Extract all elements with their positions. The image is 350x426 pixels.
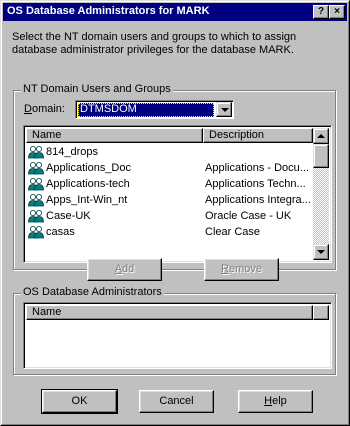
list-item-name: 814_drops [46, 146, 98, 158]
column-header-name[interactable]: Name [26, 128, 203, 143]
scroll-up-button[interactable] [313, 128, 329, 144]
list-item-name: Apps_Int-Win_nt [46, 194, 128, 206]
instructions-text: Select the NT domain users and groups to… [12, 31, 297, 56]
user-group-icon [28, 145, 44, 159]
list-item[interactable]: casas Clear Case [26, 224, 312, 240]
user-group-icon [28, 161, 44, 175]
chevron-down-icon [221, 108, 229, 112]
list-item-description: Oracle Case - UK [205, 210, 292, 222]
help-button[interactable]: Help [238, 390, 313, 413]
vertical-scrollbar[interactable] [313, 128, 329, 260]
user-group-icon [28, 225, 44, 239]
os-admins-group-label: OS Database Administrators [21, 286, 164, 298]
add-rest: dd [122, 263, 135, 275]
domain-dropdown-button[interactable] [216, 102, 232, 117]
domain-users-list[interactable]: Name Description 814_drops Applications_D… [23, 125, 332, 263]
list-item-description: Applications Integra... [205, 194, 311, 206]
list-item-description: Applications Techn... [205, 178, 306, 190]
add-button[interactable]: Add [87, 258, 162, 281]
title-bar[interactable]: OS Database Administrators for MARK ? × [3, 3, 347, 21]
remove-rest: emove [228, 263, 262, 275]
help-accel: H [264, 395, 273, 407]
add-accel: A [114, 263, 123, 275]
close-title-button[interactable]: × [329, 5, 345, 19]
list-item-name: Applications_Doc [46, 162, 131, 174]
window-title: OS Database Administrators for MARK [7, 5, 210, 17]
cancel-button[interactable]: Cancel [139, 390, 214, 413]
remove-accel: R [221, 263, 229, 275]
list-item[interactable]: Applications-tech Applications Techn... [26, 176, 312, 192]
domain-dropdown-value: DTMSDOM [78, 103, 214, 117]
list-item-description: Applications - Docu... [205, 162, 309, 174]
list-item[interactable]: Applications_Doc Applications - Docu... [26, 160, 312, 176]
help-title-button[interactable]: ? [313, 5, 329, 19]
domain-label-rest: omain: [31, 103, 65, 115]
list-item-name: casas [46, 226, 75, 238]
column-header-admin-name[interactable]: Name [26, 305, 313, 320]
arrow-down-icon [317, 250, 325, 254]
scroll-thumb[interactable] [313, 144, 329, 168]
list-item-name: Case-UK [46, 210, 91, 222]
nt-domain-group-label: NT Domain Users and Groups [21, 83, 173, 95]
help-rest: elp [272, 395, 287, 407]
domain-dropdown[interactable]: DTMSDOM [75, 100, 234, 119]
user-group-icon [28, 177, 44, 191]
list-item[interactable]: Case-UK Oracle Case - UK [26, 208, 312, 224]
os-admins-list[interactable]: Name [23, 302, 332, 369]
list-item-name: Applications-tech [46, 178, 130, 190]
arrow-up-icon [317, 134, 325, 138]
domain-label-accel: D [24, 103, 32, 115]
user-group-icon [28, 209, 44, 223]
list-item[interactable]: 814_drops [26, 144, 312, 160]
column-header-description[interactable]: Description [203, 128, 313, 143]
domain-label: Domain: [24, 103, 65, 115]
remove-button[interactable]: Remove [204, 258, 279, 281]
scroll-down-button[interactable] [313, 244, 329, 260]
ok-button[interactable]: OK [41, 389, 118, 414]
list-item-description: Clear Case [205, 226, 261, 238]
user-group-icon [28, 193, 44, 207]
column-header-filler [313, 305, 329, 320]
list-item[interactable]: Apps_Int-Win_nt Applications Integra... [26, 192, 312, 208]
